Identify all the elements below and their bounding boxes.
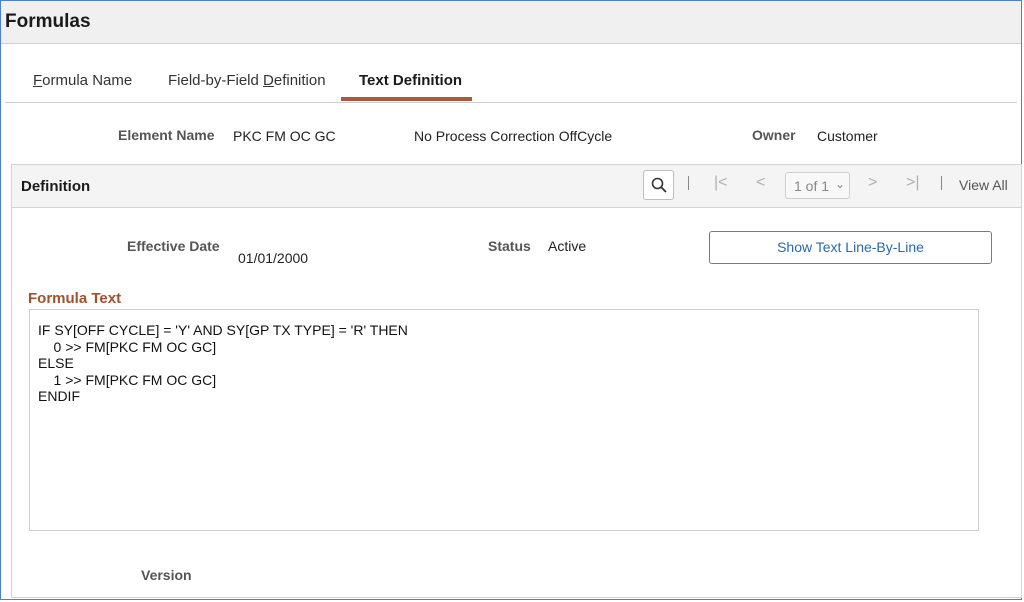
first-page-icon[interactable]: |<: [714, 174, 728, 192]
chevron-down-icon: ⌄: [835, 177, 846, 191]
tab-bar: Formula Name Field-by-Field Definition T…: [5, 59, 1017, 103]
formula-line: ENDIF: [38, 388, 80, 404]
effective-date-value: 01/01/2000: [238, 250, 309, 266]
tab-label: Text Definition: [359, 72, 463, 89]
formula-text-label: Formula Text: [28, 290, 122, 307]
view-all-link[interactable]: View All: [959, 177, 1008, 193]
formula-line: ELSE: [38, 355, 74, 371]
definition-section: Definition |< < 1 of 1 ⌄ > >| View All E…: [11, 164, 1022, 598]
tab-formula-name[interactable]: Formula Name: [33, 72, 132, 114]
element-description: No Process Correction OffCycle: [414, 128, 613, 144]
last-page-icon[interactable]: >|: [906, 174, 920, 192]
status-label: Status: [488, 238, 531, 254]
element-name-value: PKC FM OC GC: [233, 128, 336, 144]
status-value: Active: [548, 238, 587, 254]
next-icon[interactable]: >: [868, 174, 877, 192]
page-title: Formulas: [5, 11, 91, 32]
page-frame: Formulas Formula Name Field-by-Field Def…: [0, 0, 1022, 600]
formula-line: 0 >> FM[PKC FM OC GC]: [38, 339, 217, 355]
tab-label-part: efinition: [273, 72, 326, 89]
separator: [941, 176, 942, 190]
tab-label-part: Field-by-Field: [168, 72, 264, 89]
formula-line: 1 >> FM[PKC FM OC GC]: [38, 372, 217, 388]
tab-text-definition[interactable]: Text Definition: [359, 72, 462, 114]
definition-title: Definition: [21, 178, 91, 195]
definition-header: Definition |< < 1 of 1 ⌄ > >| View All: [12, 165, 1021, 208]
tab-field-by-field-definition[interactable]: Field-by-Field Definition: [168, 72, 326, 114]
version-label: Version: [141, 567, 192, 583]
previous-icon[interactable]: <: [756, 174, 765, 192]
page-select[interactable]: 1 of 1 ⌄: [785, 172, 850, 199]
search-icon: [651, 177, 667, 193]
tab-label-part: ormula Name: [42, 72, 133, 89]
search-button[interactable]: [643, 170, 674, 200]
title-bar: Formulas: [1, 1, 1021, 44]
tab-label-mnemonic: D: [263, 72, 274, 89]
tab-label-mnemonic: F: [33, 72, 43, 89]
active-tab-indicator: [341, 97, 472, 101]
element-name-label: Element Name: [118, 127, 215, 143]
formula-line: IF SY[OFF CYCLE] = 'Y' AND SY[GP TX TYPE…: [38, 322, 408, 338]
page-select-value: 1 of 1: [794, 178, 830, 194]
formula-text-area[interactable]: IF SY[OFF CYCLE] = 'Y' AND SY[GP TX TYPE…: [29, 309, 979, 531]
show-text-line-by-line-button[interactable]: Show Text Line-By-Line: [709, 231, 992, 264]
owner-label: Owner: [752, 127, 796, 143]
owner-value: Customer: [817, 128, 878, 144]
separator: [688, 176, 689, 190]
effective-date-label: Effective Date: [127, 238, 220, 254]
